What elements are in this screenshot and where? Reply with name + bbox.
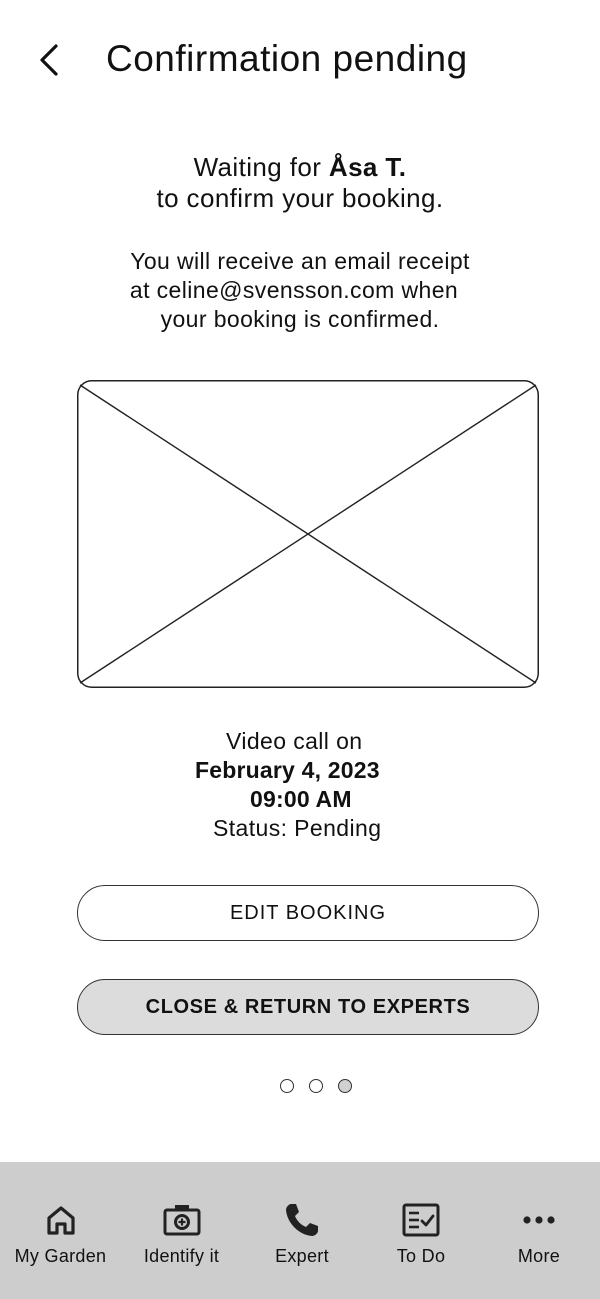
- tab-label: My Garden: [14, 1246, 107, 1266]
- tab-expert[interactable]: Expert: [242, 1162, 362, 1299]
- tab-label: Identify it: [143, 1246, 220, 1266]
- pagination-dots: [280, 1079, 352, 1095]
- image-placeholder: [77, 380, 539, 688]
- edit-booking-button[interactable]: EDIT BOOKING: [77, 885, 539, 941]
- page-dot-3-active: [338, 1079, 352, 1093]
- camera-icon: [163, 1205, 200, 1236]
- back-button[interactable]: [34, 40, 68, 80]
- page-title: Confirmation pending: [106, 38, 468, 79]
- receipt-line-3: your booking is confirmed.: [160, 306, 440, 332]
- header: Confirmation pending: [0, 0, 600, 120]
- receipt-line-2: at celine@svensson.com when: [129, 277, 459, 303]
- call-info: Video call on February 4, 2023 09:00 AM …: [0, 727, 600, 843]
- tab-more[interactable]: More: [480, 1162, 598, 1299]
- close-return-button[interactable]: CLOSE & RETURN TO EXPERTS: [77, 979, 539, 1035]
- booking-status: Status: Pending: [213, 815, 382, 841]
- tab-to-do[interactable]: To Do: [362, 1162, 480, 1299]
- more-icon: [523, 1216, 555, 1224]
- bottom-tab-bar: My Garden Identify it Expert To Do More: [0, 1162, 600, 1299]
- receipt-message: You will receive an email receipt at cel…: [0, 247, 600, 334]
- page-dot-2: [309, 1079, 323, 1093]
- call-time: 09:00 AM: [250, 786, 352, 812]
- tab-label: More: [517, 1246, 561, 1266]
- tab-identify-it[interactable]: Identify it: [121, 1162, 242, 1299]
- call-type-label: Video call on: [226, 728, 363, 754]
- waiting-message: Waiting for Åsa T. to confirm your booki…: [0, 152, 600, 214]
- chevron-left-icon: [40, 44, 58, 76]
- expert-name: Åsa T.: [328, 152, 407, 182]
- tab-label: To Do: [396, 1246, 446, 1266]
- waiting-suffix: to confirm your booking.: [156, 183, 444, 213]
- call-date: February 4, 2023: [195, 757, 380, 783]
- waiting-prefix: Waiting for: [193, 152, 329, 182]
- home-icon: [46, 1206, 75, 1235]
- tab-label: Expert: [275, 1246, 329, 1266]
- checklist-icon: [402, 1203, 440, 1237]
- tab-my-garden[interactable]: My Garden: [0, 1162, 121, 1299]
- phone-icon: [286, 1204, 318, 1236]
- page-dot-1: [280, 1079, 294, 1093]
- receipt-line-1: You will receive an email receipt: [130, 248, 470, 274]
